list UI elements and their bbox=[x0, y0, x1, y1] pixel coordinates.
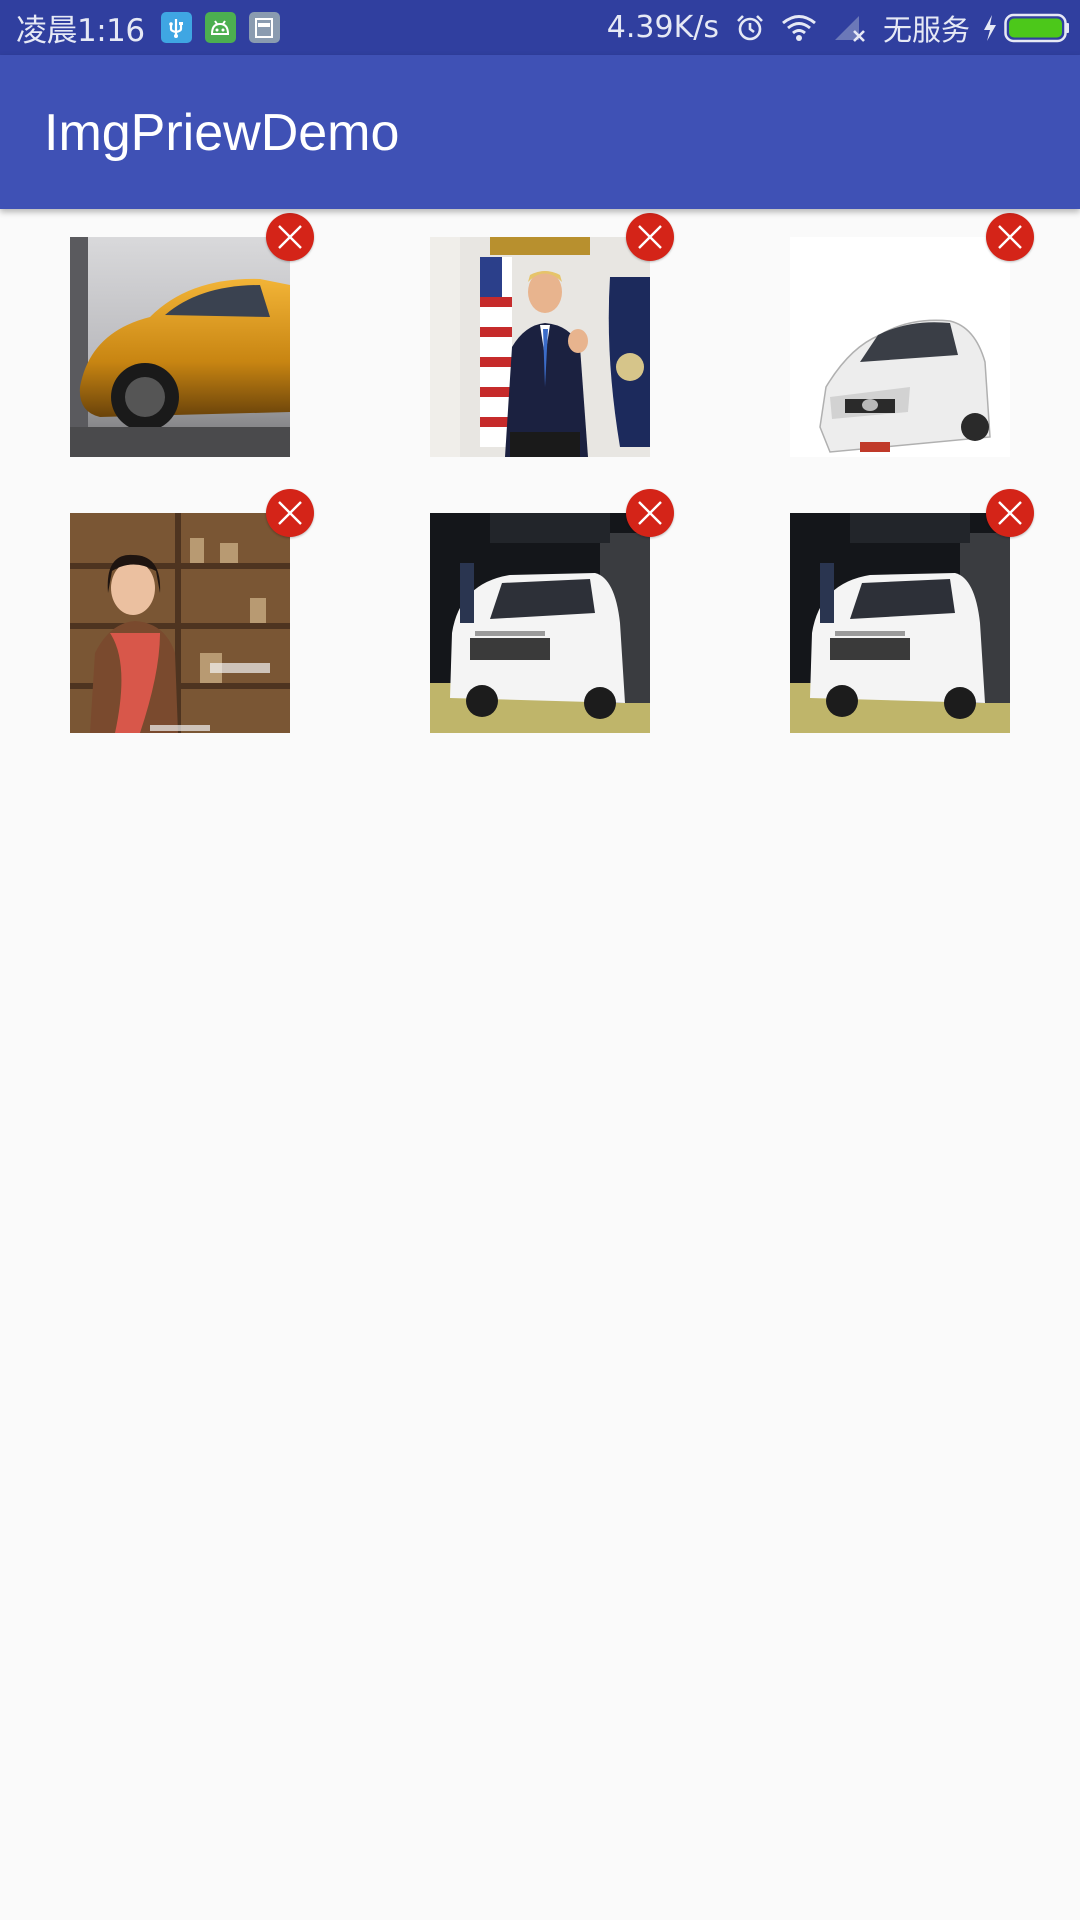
image-item[interactable] bbox=[790, 213, 1034, 457]
app-icon bbox=[248, 12, 280, 43]
app-bar: ImgPriewDemo bbox=[0, 55, 1080, 209]
delete-button[interactable] bbox=[266, 489, 314, 537]
close-icon bbox=[638, 225, 662, 249]
status-bar: 凌晨1:16 4.39K/s 无服务 bbox=[0, 0, 1080, 55]
network-speed: 4.39K/s bbox=[606, 10, 719, 45]
android-debug-icon bbox=[204, 12, 236, 43]
image-thumbnail[interactable] bbox=[430, 237, 650, 457]
image-thumbnail[interactable] bbox=[790, 237, 1010, 457]
image-item[interactable] bbox=[430, 489, 674, 733]
usb-icon bbox=[160, 12, 192, 43]
image-item[interactable] bbox=[430, 213, 674, 457]
status-time: 凌晨1:16 bbox=[16, 13, 145, 49]
image-thumbnail[interactable] bbox=[790, 513, 1010, 733]
wifi-icon bbox=[781, 14, 817, 42]
image-item[interactable] bbox=[790, 489, 1034, 733]
image-item[interactable] bbox=[70, 213, 314, 457]
close-icon bbox=[998, 501, 1022, 525]
delete-button[interactable] bbox=[986, 213, 1034, 261]
image-thumbnail[interactable] bbox=[430, 513, 650, 733]
close-icon bbox=[638, 501, 662, 525]
charging-icon bbox=[982, 14, 998, 42]
delete-button[interactable] bbox=[626, 489, 674, 537]
no-signal-icon bbox=[833, 14, 867, 42]
image-item[interactable] bbox=[70, 489, 314, 733]
delete-button[interactable] bbox=[986, 489, 1034, 537]
page-title: ImgPriewDemo bbox=[44, 104, 400, 162]
service-status: 无服务 bbox=[882, 12, 970, 47]
delete-button[interactable] bbox=[626, 213, 674, 261]
image-thumbnail[interactable] bbox=[70, 237, 290, 457]
battery-icon bbox=[1004, 13, 1070, 43]
image-thumbnail[interactable] bbox=[70, 513, 290, 733]
close-icon bbox=[998, 225, 1022, 249]
delete-button[interactable] bbox=[266, 213, 314, 261]
close-icon bbox=[278, 225, 302, 249]
alarm-icon bbox=[735, 13, 765, 43]
close-icon bbox=[278, 501, 302, 525]
